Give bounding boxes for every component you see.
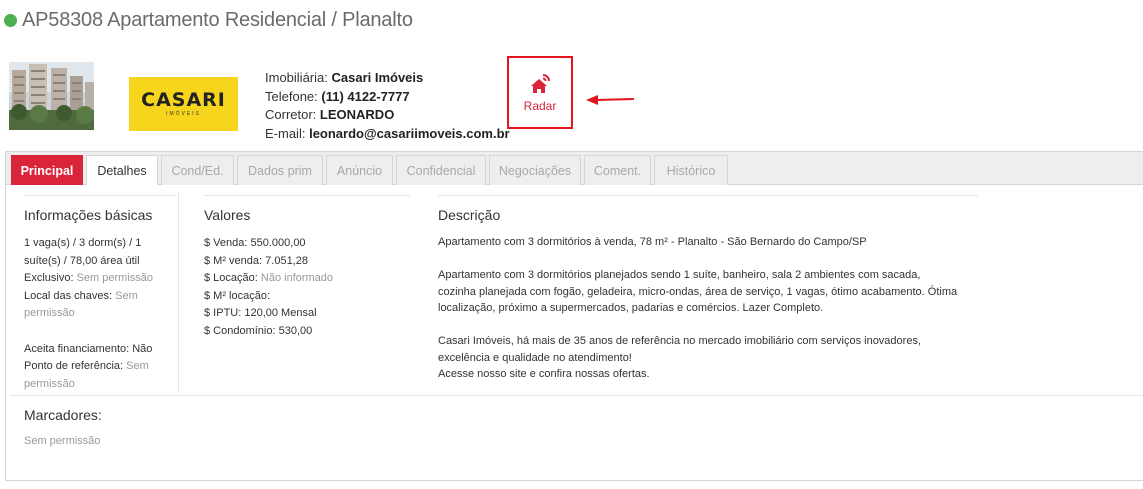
financing-row: Aceita financiamento: Não (24, 341, 174, 359)
reference-value: Sem (126, 360, 149, 372)
tab-principal[interactable]: Principal (11, 155, 83, 185)
keys-value: Sem (115, 289, 138, 302)
basic-info-title: Informações básicas (24, 207, 153, 223)
contact-agency-row: Imobiliária: Casari Imóveis (265, 69, 510, 88)
rent-label: $ Locação: (204, 272, 258, 284)
rent-value: Não informado (260, 272, 334, 284)
keys-row: Local das chaves: Sem (24, 288, 174, 306)
markers-title: Marcadores: (24, 407, 102, 423)
phone-value: (11) 4122-7777 (321, 88, 410, 104)
financing-label: Aceita financiamento: (24, 342, 130, 355)
rent-row: $ Locação: Não informado (204, 270, 404, 288)
tab-anuncio[interactable]: Anúncio (326, 155, 393, 185)
contact-phone-row: Telefone: (11) 4122-7777 (265, 88, 510, 107)
radar-button[interactable]: Radar (507, 56, 573, 129)
logo-main-text: CASARI (141, 89, 226, 111)
reference-row: Ponto de referência: Sem (24, 358, 174, 376)
rent-m2-row: $ M² locação: (204, 288, 404, 306)
contact-email-row: E-mail: leonardo@casariimoveis.com.br (265, 125, 510, 144)
condo-row: $ Condomínio: 530,00 (204, 323, 404, 341)
tab-historico[interactable]: Histórico (654, 155, 728, 185)
description-p2-line3: localização, próximo a supermercados, pa… (438, 302, 824, 314)
reference-label: Ponto de referência: (24, 360, 124, 372)
arrow-left-icon (586, 95, 635, 105)
values-title: Valores (204, 207, 251, 223)
tab-detalhes[interactable]: Detalhes (86, 155, 158, 185)
agency-logo: CASARI IMÓVEIS (129, 77, 238, 131)
tab-negociacoes[interactable]: Negociações (489, 155, 581, 185)
exclusive-row: Exclusivo: Sem permissão (24, 270, 174, 288)
basic-info-line-1: 1 vaga(s) / 3 dorm(s) / 1 (24, 237, 142, 249)
condo-label: $ Condomínio: (204, 324, 276, 337)
agency-value: Casari Imóveis (331, 70, 424, 85)
basic-info-line-2: suíte(s) / 78,00 área útil (24, 254, 140, 267)
page-title-text: AP58308 Apartamento Residencial / Planal… (22, 9, 413, 31)
column-divider (178, 192, 179, 392)
phone-label: Telefone: (265, 88, 318, 104)
iptu-value: 120,00 Mensal (244, 307, 317, 319)
email-label: E-mail: (265, 125, 306, 141)
description-p1: Apartamento com 3 dormitórios à venda, 7… (438, 236, 867, 248)
keys-label: Local das chaves: (24, 289, 113, 302)
property-photo[interactable] (9, 62, 94, 130)
condo-value: 530,00 (278, 324, 313, 337)
divider (438, 195, 978, 196)
description-title: Descrição (438, 207, 501, 223)
description-p3-line3: Acesse nosso site e confira nossas ofert… (438, 368, 650, 380)
tab-confidencial[interactable]: Confidencial (396, 155, 486, 185)
sale-price-row: $ Venda: 550.000,00 (204, 235, 404, 253)
description-text: Apartamento com 3 dormitórios à venda, 7… (438, 234, 978, 383)
exclusive-value: Sem permissão (76, 272, 154, 284)
email-value[interactable]: leonardo@casariimoveis.com.br (309, 126, 510, 141)
iptu-label: $ IPTU: (204, 307, 242, 319)
keys-value-cont: permissão (24, 307, 75, 319)
sale-m2-row: $ M² venda: 7.051,28 (204, 253, 404, 271)
iptu-row: $ IPTU: 120,00 Mensal (204, 305, 404, 323)
reference-value-cont: permissão (24, 377, 75, 390)
markers-value: Sem permissão (24, 435, 101, 447)
logo-sub-text: IMÓVEIS (166, 111, 201, 117)
page-title: AP58308 Apartamento Residencial / Planal… (4, 9, 413, 32)
sale-m2-label: $ M² venda: (204, 254, 263, 267)
description-p3-line1: Casari Imóveis, há mais de 35 anos de re… (438, 335, 922, 347)
tab-coment[interactable]: Coment. (584, 155, 651, 185)
broker-label: Corretor: (265, 107, 317, 122)
contact-broker-row: Corretor: LEONARDO (265, 106, 510, 125)
radar-house-icon (531, 74, 550, 93)
sale-price-value: 550.000,00 (250, 237, 306, 249)
status-dot-icon (4, 14, 17, 27)
rent-m2-label: $ M² locação: (204, 289, 271, 302)
contact-info: Imobiliária: Casari Imóveis Telefone: (1… (265, 69, 510, 143)
exclusive-label: Exclusivo: (24, 272, 74, 284)
agency-label: Imobiliária: (265, 70, 328, 85)
radar-label: Radar (523, 99, 557, 113)
financing-value: Não (132, 342, 153, 355)
values-list: $ Venda: 550.000,00 $ M² venda: 7.051,28… (204, 235, 404, 340)
divider (204, 195, 410, 196)
broker-value: LEONARDO (319, 107, 395, 122)
tab-bar: Principal Detalhes Cond/Ed. Dados prim A… (6, 152, 1143, 185)
tab-cond-ed[interactable]: Cond/Ed. (161, 155, 234, 185)
tab-dados-prim[interactable]: Dados prim (237, 155, 323, 185)
description-p3-line2: excelência e qualidade no atendimento! (438, 351, 632, 364)
basic-info-list: 1 vaga(s) / 3 dorm(s) / 1 suíte(s) / 78,… (24, 235, 174, 393)
sale-m2-value: 7.051,28 (265, 254, 308, 267)
sale-price-label: $ Venda: (204, 237, 248, 249)
description-p2-line2: cozinha planejada com fogão, geladeira, … (438, 285, 958, 298)
description-p2-line1: Apartamento com 3 dormitórios planejados… (438, 269, 921, 281)
divider (10, 395, 1143, 396)
divider (24, 195, 176, 196)
